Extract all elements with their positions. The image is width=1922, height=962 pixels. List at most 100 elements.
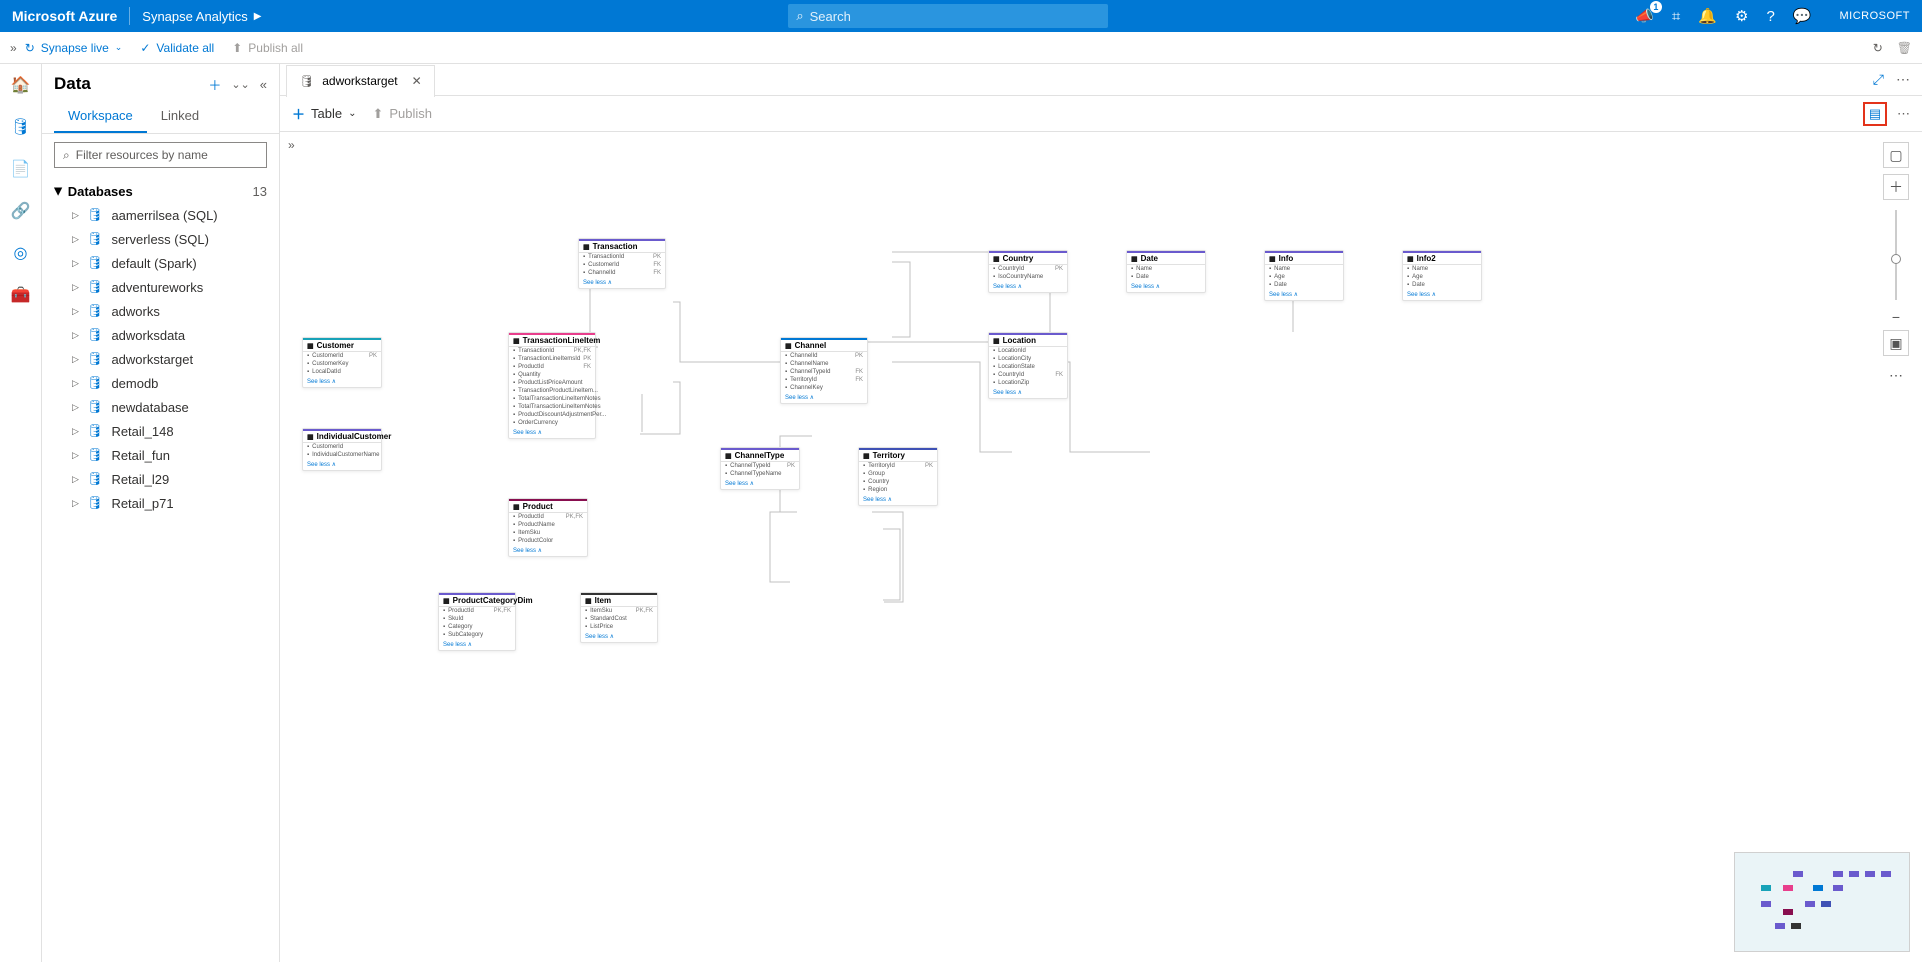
tree-item[interactable]: ▷🛢aamerrilsea (SQL) bbox=[42, 203, 279, 227]
expand-icon[interactable]: ⤢ bbox=[1873, 71, 1884, 88]
entity-header: ▦ChannelType bbox=[721, 450, 799, 462]
tree-item[interactable]: ▷🛢adworksdata bbox=[42, 323, 279, 347]
collapse-all-icon[interactable]: ⌄⌄ bbox=[231, 78, 249, 91]
see-more-link[interactable]: See less ∧ bbox=[989, 281, 1067, 292]
tab-workspace[interactable]: Workspace bbox=[54, 100, 147, 133]
close-icon[interactable]: ✕ bbox=[412, 74, 422, 88]
mapping-panel-button[interactable]: ▤ bbox=[1863, 102, 1887, 126]
tree-item[interactable]: ▷🛢demodb bbox=[42, 371, 279, 395]
add-button[interactable]: ＋ bbox=[208, 75, 221, 94]
see-more-link[interactable]: See less ∧ bbox=[581, 631, 657, 642]
see-more-link[interactable]: See less ∧ bbox=[303, 459, 381, 470]
erd-canvas[interactable]: » ▦Transaction ▪TransactionIdPK▪Customer… bbox=[280, 132, 1922, 962]
entity-date[interactable]: ▦Date ▪Name▪Date See less ∧ bbox=[1126, 250, 1206, 293]
more-icon[interactable]: ⋯ bbox=[1896, 71, 1910, 88]
tree-item[interactable]: ▷🛢adworkstarget bbox=[42, 347, 279, 371]
integrate-icon[interactable]: 🔗 bbox=[10, 200, 32, 222]
account-name[interactable]: MICROSOFT bbox=[1840, 10, 1911, 22]
entity-column: ▪Name bbox=[1265, 265, 1343, 273]
see-more-link[interactable]: See less ∧ bbox=[1127, 281, 1205, 292]
entity-txlineitem[interactable]: ▦TransactionLineItem ▪TransactionIdPK,FK… bbox=[508, 332, 596, 439]
entity-channeltype[interactable]: ▦ChannelType ▪ChannelTypeIdPK▪ChannelTyp… bbox=[720, 447, 800, 490]
help-icon[interactable]: ? bbox=[1766, 8, 1774, 25]
database-icon: 🛢 bbox=[87, 495, 104, 511]
trash-icon[interactable]: 🗑 bbox=[1897, 41, 1912, 55]
refresh-icon[interactable]: ↻ bbox=[1873, 41, 1883, 55]
entity-column: ▪ItemSkuPK,FK bbox=[581, 607, 657, 615]
editor-tab[interactable]: 🛢 adworkstarget ✕ bbox=[286, 65, 435, 97]
filter-input[interactable]: ⌕ Filter resources by name bbox=[54, 142, 267, 168]
see-more-link[interactable]: See less ∧ bbox=[509, 427, 595, 438]
see-more-link[interactable]: See less ∧ bbox=[1265, 289, 1343, 300]
table-icon: ▦ bbox=[585, 597, 592, 605]
tree-item[interactable]: ▷🛢Retail_l29 bbox=[42, 467, 279, 491]
see-more-link[interactable]: See less ∧ bbox=[579, 277, 665, 288]
minimap-toggle-button[interactable]: ▣ bbox=[1883, 330, 1909, 356]
bell-icon[interactable]: 🔔 bbox=[1698, 7, 1717, 25]
left-nav: 🏠 🛢 📄 🔗 ◎ 🧰 bbox=[0, 64, 42, 962]
entity-item[interactable]: ▦Item ▪ItemSkuPK,FK▪StandardCost▪ListPri… bbox=[580, 592, 658, 643]
tree-item[interactable]: ▷🛢default (Spark) bbox=[42, 251, 279, 275]
home-icon[interactable]: 🏠 bbox=[10, 74, 32, 96]
feedback-icon[interactable]: 💬 bbox=[1793, 7, 1812, 25]
see-more-link[interactable]: See less ∧ bbox=[989, 387, 1067, 398]
canvas-more-icon[interactable]: ⋯ bbox=[1883, 362, 1909, 388]
monitor-icon[interactable]: ◎ bbox=[10, 242, 32, 264]
add-table-button[interactable]: ＋ Table ⌄ bbox=[292, 104, 356, 123]
entity-prodcat[interactable]: ▦ProductCategoryDim ▪ProductIdPK,FK▪SkuI… bbox=[438, 592, 516, 651]
directory-icon[interactable]: ⌗ bbox=[1672, 8, 1680, 25]
entity-product[interactable]: ▦Product ▪ProductIdPK,FK▪ProductName▪Ite… bbox=[508, 498, 588, 557]
database-icon: 🛢 bbox=[87, 447, 104, 463]
entity-country[interactable]: ▦Country ▪CountryIdPK▪IsoCountryName See… bbox=[988, 250, 1068, 293]
entity-territory[interactable]: ▦Territory ▪TerritoryIdPK▪Group▪Country▪… bbox=[858, 447, 938, 506]
synapse-live-button[interactable]: ↻ Synapse live ⌄ bbox=[25, 41, 123, 55]
see-more-link[interactable]: See less ∧ bbox=[303, 376, 381, 387]
manage-icon[interactable]: 🧰 bbox=[10, 284, 32, 306]
filter-placeholder: Filter resources by name bbox=[76, 148, 208, 162]
see-more-link[interactable]: See less ∧ bbox=[721, 478, 799, 489]
validate-all-button[interactable]: ✓ Validate all bbox=[140, 41, 214, 55]
expand-left-icon[interactable]: » bbox=[288, 138, 295, 152]
see-more-link[interactable]: See less ∧ bbox=[439, 639, 515, 650]
slider-thumb[interactable] bbox=[1891, 254, 1901, 264]
tree-item[interactable]: ▷🛢adworks bbox=[42, 299, 279, 323]
minimap[interactable] bbox=[1734, 852, 1910, 952]
tab-linked[interactable]: Linked bbox=[147, 100, 213, 133]
zoom-slider[interactable] bbox=[1895, 210, 1897, 300]
tree-group-databases[interactable]: ▶ Databases 13 bbox=[42, 180, 279, 203]
entity-column: ▪IsoCountryName bbox=[989, 273, 1067, 281]
entity-customer[interactable]: ▦Customer ▪CustomerIdPK▪CustomerKey▪Loca… bbox=[302, 337, 382, 388]
entity-transaction[interactable]: ▦Transaction ▪TransactionIdPK▪CustomerId… bbox=[578, 238, 666, 289]
see-more-link[interactable]: See less ∧ bbox=[859, 494, 937, 505]
tree-item[interactable]: ▷🛢Retail_148 bbox=[42, 419, 279, 443]
entity-location[interactable]: ▦Location ▪LocationId▪LocationCity▪Locat… bbox=[988, 332, 1068, 399]
zoom-in-button[interactable]: ＋ bbox=[1883, 174, 1909, 200]
gear-icon[interactable]: ⚙ bbox=[1735, 7, 1748, 25]
product-name[interactable]: Synapse Analytics bbox=[142, 9, 248, 24]
data-icon[interactable]: 🛢 bbox=[10, 116, 32, 138]
zoom-out-button[interactable]: − bbox=[1883, 310, 1909, 324]
fit-to-screen-button[interactable]: ▢ bbox=[1883, 142, 1909, 168]
entity-individual_customer[interactable]: ▦IndividualCustomer ▪CustomerId▪Individu… bbox=[302, 428, 382, 471]
megaphone-icon[interactable]: 📣1 bbox=[1635, 7, 1654, 25]
tree-item[interactable]: ▷🛢newdatabase bbox=[42, 395, 279, 419]
collapse-panel-icon[interactable]: « bbox=[260, 77, 267, 92]
see-more-link[interactable]: See less ∧ bbox=[1403, 289, 1481, 300]
entity-info2[interactable]: ▦Info2 ▪Name▪Age▪Date See less ∧ bbox=[1402, 250, 1482, 301]
table-icon: ▦ bbox=[307, 342, 314, 350]
develop-icon[interactable]: 📄 bbox=[10, 158, 32, 180]
chevron-right-icon: ▷ bbox=[72, 210, 79, 221]
search-input[interactable]: ⌕ Search bbox=[788, 4, 1108, 28]
tree-item[interactable]: ▷🛢Retail_fun bbox=[42, 443, 279, 467]
entity-column: ▪TerritoryIdPK bbox=[859, 462, 937, 470]
entity-info[interactable]: ▦Info ▪Name▪Age▪Date See less ∧ bbox=[1264, 250, 1344, 301]
see-more-link[interactable]: See less ∧ bbox=[781, 392, 867, 403]
more-icon[interactable]: ⋯ bbox=[1897, 106, 1910, 122]
tree-item[interactable]: ▷🛢serverless (SQL) bbox=[42, 227, 279, 251]
tree-item[interactable]: ▷🛢Retail_p71 bbox=[42, 491, 279, 515]
entity-channel[interactable]: ▦Channel ▪ChannelIdPK▪ChannelName▪Channe… bbox=[780, 337, 868, 404]
chevron-right-icon[interactable]: » bbox=[10, 41, 17, 55]
tree-item[interactable]: ▷🛢adventureworks bbox=[42, 275, 279, 299]
table-icon: ▦ bbox=[443, 597, 450, 605]
see-more-link[interactable]: See less ∧ bbox=[509, 545, 587, 556]
